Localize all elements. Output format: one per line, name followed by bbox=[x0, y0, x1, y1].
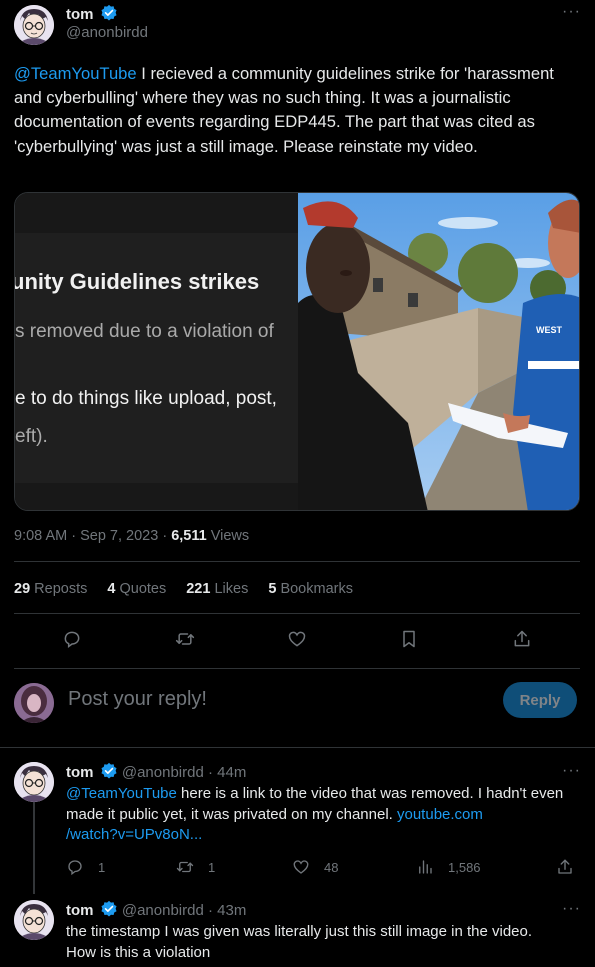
tweet-actions bbox=[14, 625, 580, 655]
reply-reply-action[interactable]: 1 bbox=[66, 858, 105, 876]
screenshot-line-3: eft). bbox=[15, 426, 48, 447]
verified-badge-icon bbox=[100, 4, 118, 22]
reply-time[interactable]: · 43m bbox=[208, 902, 246, 919]
reply-header: tom @anonbirdd · 43m bbox=[66, 900, 246, 919]
verified-badge-icon bbox=[100, 762, 118, 780]
reply-icon bbox=[68, 860, 82, 876]
reply-text: the timestamp I was given was literally … bbox=[66, 923, 533, 961]
more-icon[interactable]: ··· bbox=[562, 3, 581, 21]
media-photo: WEST bbox=[298, 193, 579, 510]
author-handle[interactable]: @anonbirdd bbox=[66, 24, 148, 41]
reposts-stat[interactable]: 29 Reposts bbox=[14, 581, 87, 597]
reply-author-name[interactable]: tom bbox=[66, 902, 94, 919]
reply-icon[interactable] bbox=[58, 625, 86, 653]
share-icon[interactable] bbox=[556, 858, 574, 876]
reply-actions: 1 1 48 1,586 bbox=[66, 858, 578, 880]
tweet-meta: 9:08 AM · Sep 7, 2023 · 6,511 Views bbox=[14, 528, 249, 544]
more-icon[interactable]: ··· bbox=[562, 900, 581, 918]
tweet-text: @TeamYouTube I recieved a community guid… bbox=[14, 62, 574, 159]
reply-composer: Post your reply! Reply bbox=[0, 672, 595, 734]
tweet-time[interactable]: 9:08 AM · Sep 7, 2023 · bbox=[14, 528, 171, 544]
reply-input[interactable]: Post your reply! bbox=[68, 688, 207, 711]
screenshot-title: unity Guidelines strikes bbox=[15, 269, 260, 294]
reply-author-name[interactable]: tom bbox=[66, 764, 94, 781]
quotes-stat[interactable]: 4 Quotes bbox=[107, 581, 166, 597]
reply-author-handle[interactable]: @anonbirdd bbox=[122, 902, 204, 919]
divider bbox=[14, 613, 580, 614]
reply-text: @TeamYouTube here is a link to the video… bbox=[66, 784, 566, 846]
reply-views-action[interactable]: 1,586 bbox=[416, 858, 481, 876]
reply-author-avatar[interactable] bbox=[14, 900, 54, 940]
thread-line bbox=[33, 802, 35, 894]
bookmark-icon[interactable] bbox=[395, 625, 423, 653]
repost-icon bbox=[176, 861, 194, 873]
reply-time[interactable]: · 44m bbox=[208, 764, 246, 781]
views-label: Views bbox=[206, 528, 250, 544]
views-icon bbox=[419, 860, 432, 874]
bookmarks-stat[interactable]: 5 Bookmarks bbox=[268, 581, 353, 597]
screenshot-line-1: s removed due to a violation of bbox=[15, 321, 274, 342]
share-icon[interactable] bbox=[508, 625, 536, 653]
author-avatar[interactable] bbox=[14, 5, 54, 45]
author-name[interactable]: tom bbox=[66, 6, 94, 23]
divider bbox=[0, 747, 595, 748]
more-icon[interactable]: ··· bbox=[562, 762, 581, 780]
divider bbox=[14, 668, 580, 669]
like-icon bbox=[293, 860, 309, 874]
tweet-stats: 29 Reposts 4 Quotes 221 Likes 5 Bookmark… bbox=[14, 581, 353, 597]
views-count: 6,511 bbox=[171, 528, 207, 544]
divider bbox=[14, 561, 580, 562]
tweet-media[interactable]: unity Guidelines strikes s removed due t… bbox=[14, 192, 580, 511]
tweet-mention[interactable]: @TeamYouTube bbox=[14, 64, 137, 83]
reply-button[interactable]: Reply bbox=[503, 682, 577, 718]
repost-icon[interactable] bbox=[171, 625, 199, 653]
like-icon[interactable] bbox=[283, 625, 311, 653]
reply-mention[interactable]: @TeamYouTube bbox=[66, 785, 177, 802]
screenshot-line-2: e to do things like upload, post, bbox=[15, 388, 277, 409]
reply-author-avatar[interactable] bbox=[14, 762, 54, 802]
reply-repost-action[interactable]: 1 bbox=[176, 858, 215, 876]
verified-badge-icon bbox=[100, 900, 118, 918]
media-screenshot: unity Guidelines strikes s removed due t… bbox=[15, 193, 298, 510]
reply-like-action[interactable]: 48 bbox=[292, 858, 338, 876]
viewer-avatar[interactable] bbox=[14, 683, 54, 723]
likes-stat[interactable]: 221 Likes bbox=[186, 581, 248, 597]
reply-author-handle[interactable]: @anonbirdd bbox=[122, 764, 204, 781]
jersey-text: WEST bbox=[536, 325, 563, 335]
reply-header: tom @anonbirdd · 44m bbox=[66, 762, 246, 781]
